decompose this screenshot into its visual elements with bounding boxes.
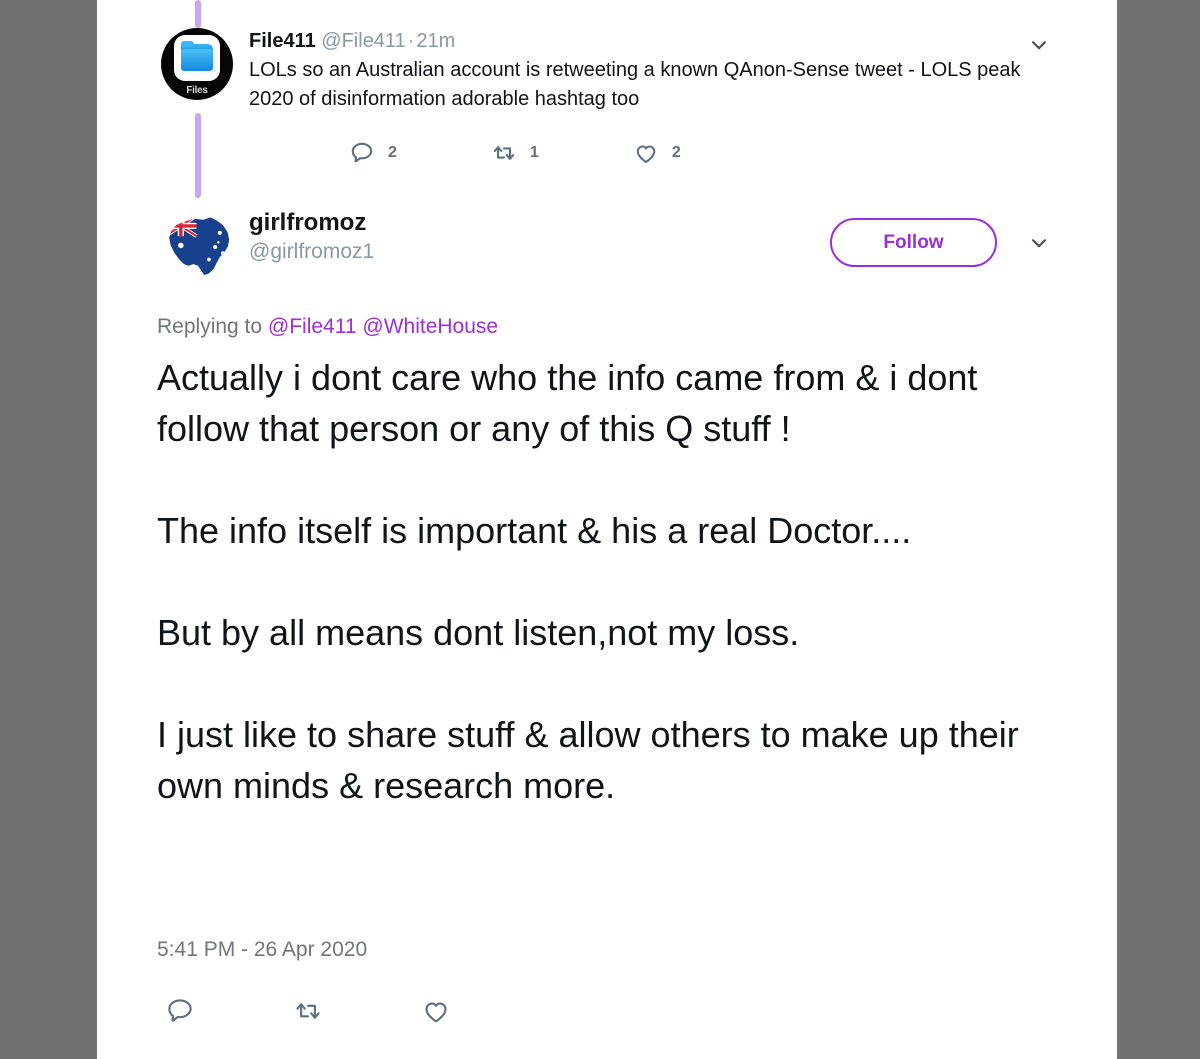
like-icon: [633, 140, 659, 166]
ancestor-tweet-body: File411 @File411 · 21m LOLs so an Australi…: [249, 28, 1069, 114]
ancestor-reply-stat[interactable]: 2: [349, 140, 397, 166]
reply-button[interactable]: [157, 988, 203, 1034]
thread-connector-line-bottom: [195, 113, 201, 198]
ancestor-like-stat[interactable]: 2: [633, 140, 681, 166]
reply-icon: [349, 140, 375, 166]
replying-to: Replying to @File411 @WhiteHouse: [157, 313, 498, 341]
replying-to-prefix: Replying to: [157, 315, 263, 338]
ancestor-handle[interactable]: @File411: [321, 30, 405, 52]
australia-flag-map-icon: [169, 217, 230, 276]
follow-button[interactable]: Follow: [830, 218, 997, 267]
avatar-app-label: Files: [186, 85, 208, 96]
focused-tweet-menu-button[interactable]: [1022, 226, 1056, 260]
retweet-icon: [491, 140, 517, 166]
ancestor-separator: ·: [407, 30, 415, 52]
focused-handle[interactable]: @girlfromoz1: [249, 238, 374, 266]
reply-icon: [165, 996, 195, 1026]
ancestor-tweet-text: LOLs so an Australian account is retweet…: [249, 59, 1021, 110]
ancestor-retweet-count: 1: [529, 144, 539, 161]
ancestor-timestamp[interactable]: 21m: [416, 30, 455, 52]
ancestor-tweet-menu-button[interactable]: [1022, 28, 1056, 62]
tweet-thread-panel: Files File411 @File411 · 21m LOLs so an Au…: [97, 0, 1117, 1059]
focused-display-name[interactable]: girlfromoz: [249, 208, 374, 238]
ancestor-retweet-stat[interactable]: 1: [491, 140, 539, 166]
screenshot-root: Files File411 @File411 · 21m LOLs so an Au…: [0, 0, 1200, 1059]
ancestor-tweet-header: File411 @File411 · 21m: [249, 28, 1069, 54]
like-icon: [421, 996, 451, 1026]
retweet-icon: [293, 996, 323, 1026]
ancestor-tweet-stats: 2 1 2: [349, 140, 681, 166]
ancestor-display-name[interactable]: File411: [249, 30, 316, 52]
like-button[interactable]: [413, 988, 459, 1034]
replying-to-mention-2[interactable]: @WhiteHouse: [362, 315, 498, 338]
replying-to-mention-1[interactable]: @File411: [268, 315, 357, 338]
files-app-folder-icon: [174, 35, 220, 81]
focused-tweet-identity: girlfromoz @girlfromoz1: [249, 208, 374, 266]
ancestor-like-count: 2: [671, 144, 681, 161]
focused-tweet-text: Actually i dont care who the info came f…: [157, 357, 1019, 806]
focused-tweet-timestamp[interactable]: 5:41 PM - 26 Apr 2020: [157, 938, 367, 962]
focused-tweet-actions: [157, 988, 459, 1034]
chevron-down-icon: [1026, 230, 1052, 256]
retweet-button[interactable]: [285, 988, 331, 1034]
thread-connector-line-top: [195, 0, 201, 28]
avatar-file411[interactable]: Files: [161, 28, 233, 100]
chevron-down-icon: [1026, 32, 1052, 58]
avatar-girlfromoz[interactable]: [159, 208, 237, 286]
ancestor-reply-count: 2: [388, 144, 397, 161]
